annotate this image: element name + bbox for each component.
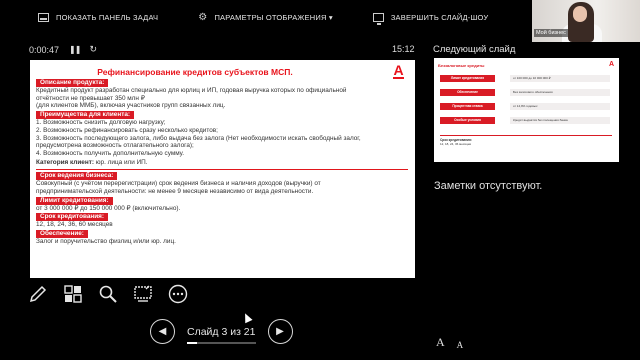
next-slide-row-name: Процентная ставка — [440, 103, 495, 110]
section-text-line: предусмотрена возможность отлагательного… — [36, 142, 194, 150]
slide-progress-track — [187, 341, 256, 344]
current-time: 15:12 — [392, 44, 415, 54]
display-settings-button[interactable]: ⚙ ПАРАМЕТРЫ ОТОБРАЖЕНИЯ ▾ — [198, 11, 333, 23]
section-text-line: 3. Возможность последующего залога, либо… — [36, 134, 361, 142]
next-slide-row: Обеспечение Без залогового обеспечения — [440, 89, 612, 96]
slide-counter[interactable]: Слайд 3 из 21 — [187, 325, 256, 344]
display-settings-label: ПАРАМЕТРЫ ОТОБРАЖЕНИЯ ▾ — [214, 12, 333, 22]
section-text-line: Кредитный продукт разработан специально … — [36, 87, 347, 94]
section-text-line: от 3 000 000 ₽ до 150 000 000 ₽ (включит… — [36, 204, 181, 212]
next-slide-row: Процентная ставка от 14,9% годовых — [440, 103, 612, 110]
webcam-label: Мой бизнес — [534, 29, 568, 37]
pause-timer-icon[interactable]: ❚❚ — [69, 45, 81, 54]
next-slide-row-name: Обеспечение — [440, 89, 495, 96]
next-slide-row: Лимит кредитования от 100 000 до 10 000 0… — [440, 75, 612, 82]
next-slide-footer: Срок кредитования: 12, 18, 24, 36 месяце… — [440, 135, 612, 146]
next-slide-label: Следующий слайд — [433, 44, 516, 55]
taskbar-icon — [38, 12, 49, 22]
section-text-line: 1. Возможность снизить долговую нагрузку… — [36, 119, 166, 127]
section-header: Описание продукта: — [36, 79, 109, 87]
slide-counter-label: Слайд 3 из 21 — [187, 325, 256, 338]
notes-font-controls: A A — [436, 335, 475, 350]
current-slide[interactable]: Рефинансирование кредитов субъектов МСП.… — [30, 60, 415, 278]
client-category-label: Категория клиент: — [36, 158, 94, 166]
bank-logo: А — [393, 62, 404, 79]
next-slide-row-value: от 14,9% годовых — [510, 103, 610, 110]
next-slide-title: Беззалоговые кредиты — [438, 63, 485, 68]
show-taskbar-label: ПОКАЗАТЬ ПАНЕЛЬ ЗАДАЧ — [56, 12, 159, 22]
slide-progress-fill — [187, 341, 197, 344]
speaker-notes: Заметки отсутствуют. — [434, 180, 543, 192]
section-text-line: отчётности не превышает 350 млн ₽ — [36, 94, 145, 102]
slideshow-timer: 0:00:47 ❚❚ ↻ — [29, 44, 97, 55]
end-show-icon — [372, 12, 384, 25]
presenter-face — [573, 6, 587, 22]
previous-slide-button[interactable]: ◀ — [150, 319, 175, 344]
next-slide-row-name: Лимит кредитования — [440, 75, 495, 82]
section-text-line: Залог и поручительство физлиц и/или юр. … — [36, 238, 176, 246]
next-slide-row-value: Без залогового обеспечения — [510, 89, 610, 96]
decrease-font-button[interactable]: A — [457, 340, 464, 350]
client-category-line: Категория клиент: юр. лица или ИП. — [36, 159, 406, 167]
end-slideshow-button[interactable]: ЗАВЕРШИТЬ СЛАЙД-ШОУ — [372, 12, 489, 25]
section-text-line: Совокупный (с учётом перерегистрации) ср… — [36, 180, 321, 188]
increase-font-button[interactable]: A — [436, 335, 445, 350]
slides-grid-icon[interactable] — [62, 283, 83, 304]
section-header: Срок кредитования: — [36, 213, 109, 222]
webcam-overlay: Мой бизнес — [532, 0, 640, 42]
next-slide-thumbnail[interactable]: Беззалоговые кредиты А Лимит кредитовани… — [434, 58, 619, 162]
client-category-value: юр. лица или ИП. — [93, 158, 148, 166]
presenter-tools — [27, 283, 202, 304]
section-divider — [36, 169, 408, 171]
pointer-screen-icon[interactable] — [132, 283, 153, 304]
end-slideshow-label: ЗАВЕРШИТЬ СЛАЙД-ШОУ — [390, 12, 489, 22]
next-slide-row: Особые условия Кредит выдаётся без посеще… — [440, 117, 612, 124]
section-header: Преимущества для клиента: — [36, 111, 135, 120]
section-text-line: (для клиентов ММБ), включая участников г… — [36, 102, 226, 110]
next-slide-row-value: от 100 000 до 10 000 000 ₽ — [510, 75, 610, 82]
gear-icon: ⚙ — [198, 11, 208, 23]
section-text-line: предпринимательской деятельности: не мен… — [36, 188, 314, 196]
section-text-line: 12, 18, 24, 36, 60 месяцев — [36, 221, 113, 229]
next-slide-logo: А — [608, 61, 614, 68]
next-slide-button[interactable]: ▶ — [267, 319, 293, 344]
next-slide-row-name: Особые условия — [440, 117, 495, 124]
section-text-line: 4. Возможность получить дополнительную с… — [36, 149, 185, 157]
reset-timer-icon[interactable]: ↻ — [89, 44, 97, 55]
section-text-line: 2. Возможность рефинансировать сразу нес… — [36, 126, 218, 134]
slide-title: Рефинансирование кредитов субъектов МСП. — [97, 67, 293, 77]
section-header: Обеспечение: — [36, 230, 88, 239]
more-icon[interactable] — [167, 283, 188, 304]
slide-navigation: ◀ Слайд 3 из 21 ▶ — [150, 319, 293, 344]
show-taskbar-button[interactable]: ПОКАЗАТЬ ПАНЕЛЬ ЗАДАЧ — [38, 12, 159, 22]
zoom-icon[interactable] — [97, 283, 118, 304]
elapsed-time: 0:00:47 — [29, 44, 60, 55]
pen-icon[interactable] — [27, 283, 48, 304]
next-slide-row-value: Кредит выдаётся без посещения банка — [510, 117, 610, 124]
slide-body: Описание продукта: Кредитный продукт разр… — [36, 78, 408, 246]
next-slide-footer-text: 12, 18, 24, 36 месяцев — [440, 142, 471, 146]
section-header: Лимит кредитования: — [36, 196, 113, 205]
